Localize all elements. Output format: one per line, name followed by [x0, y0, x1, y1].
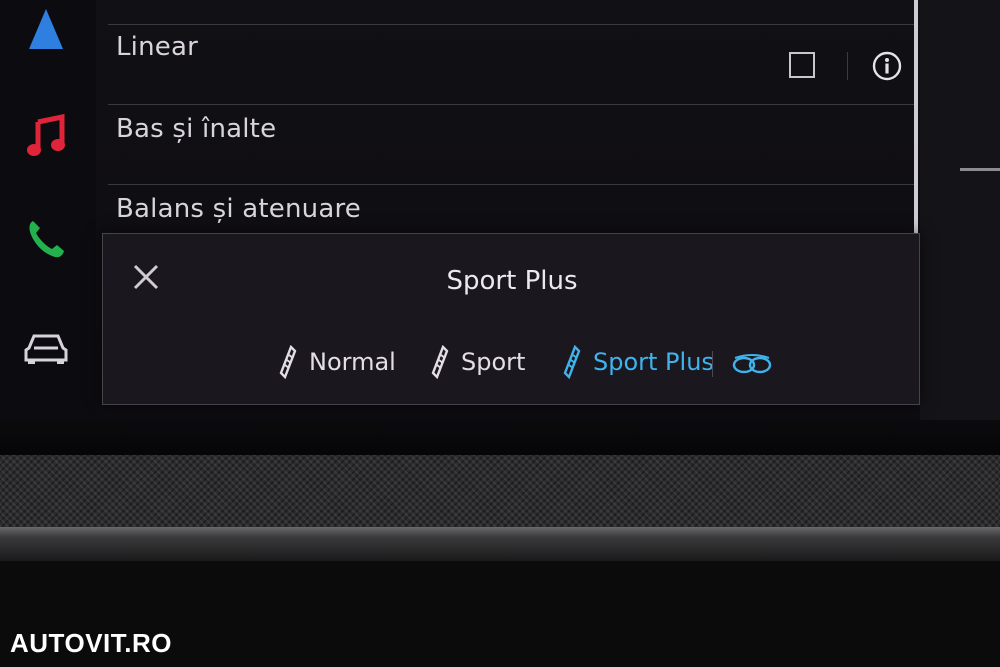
navigation-icon[interactable]: [20, 4, 72, 56]
list-item-bass-treble[interactable]: Bas și înalte: [108, 104, 914, 185]
car-icon[interactable]: [20, 320, 72, 372]
watermark-logo: AUTOVIT.RO: [10, 628, 172, 658]
divider: [712, 351, 713, 377]
divider: [847, 52, 848, 80]
trim-edge: [0, 527, 1000, 561]
mode-label: Sport: [461, 348, 526, 376]
list-item[interactable]: [108, 0, 914, 25]
list-item-label: Linear: [116, 32, 199, 62]
app-rail: [0, 0, 96, 430]
list-item-linear[interactable]: Linear: [108, 24, 914, 105]
infotainment-screen: Linear Bas și înalte Balans și atenuare …: [0, 0, 1000, 430]
popup-title: Sport Plus: [446, 266, 578, 296]
mode-label: Normal: [309, 348, 396, 376]
mode-sport-plus-button[interactable]: Sport Plus: [561, 342, 714, 382]
info-icon[interactable]: [872, 51, 902, 81]
drive-mode-popup: Sport Plus Normal Sport Sport Plus: [102, 233, 920, 405]
linear-checkbox[interactable]: [789, 52, 815, 78]
phone-icon[interactable]: [20, 212, 72, 264]
mode-sport-button[interactable]: Sport: [429, 342, 525, 382]
shock-absorber-icon: [431, 345, 449, 379]
shock-absorber-icon: [563, 345, 581, 379]
panel-handle[interactable]: [960, 168, 1000, 171]
carbon-trim: [0, 455, 1000, 527]
screen-bezel: [0, 420, 1000, 460]
shock-absorber-icon: [279, 345, 297, 379]
mode-label: Sport Plus: [593, 348, 714, 376]
scroll-border: [914, 0, 918, 248]
list-item-label: Bas și înalte: [116, 114, 277, 144]
exhaust-icon[interactable]: [731, 350, 773, 378]
mode-normal-button[interactable]: Normal: [277, 342, 396, 382]
right-panel: [920, 0, 1000, 420]
music-icon[interactable]: [20, 110, 72, 162]
list-item-label: Balans și atenuare: [116, 194, 361, 224]
